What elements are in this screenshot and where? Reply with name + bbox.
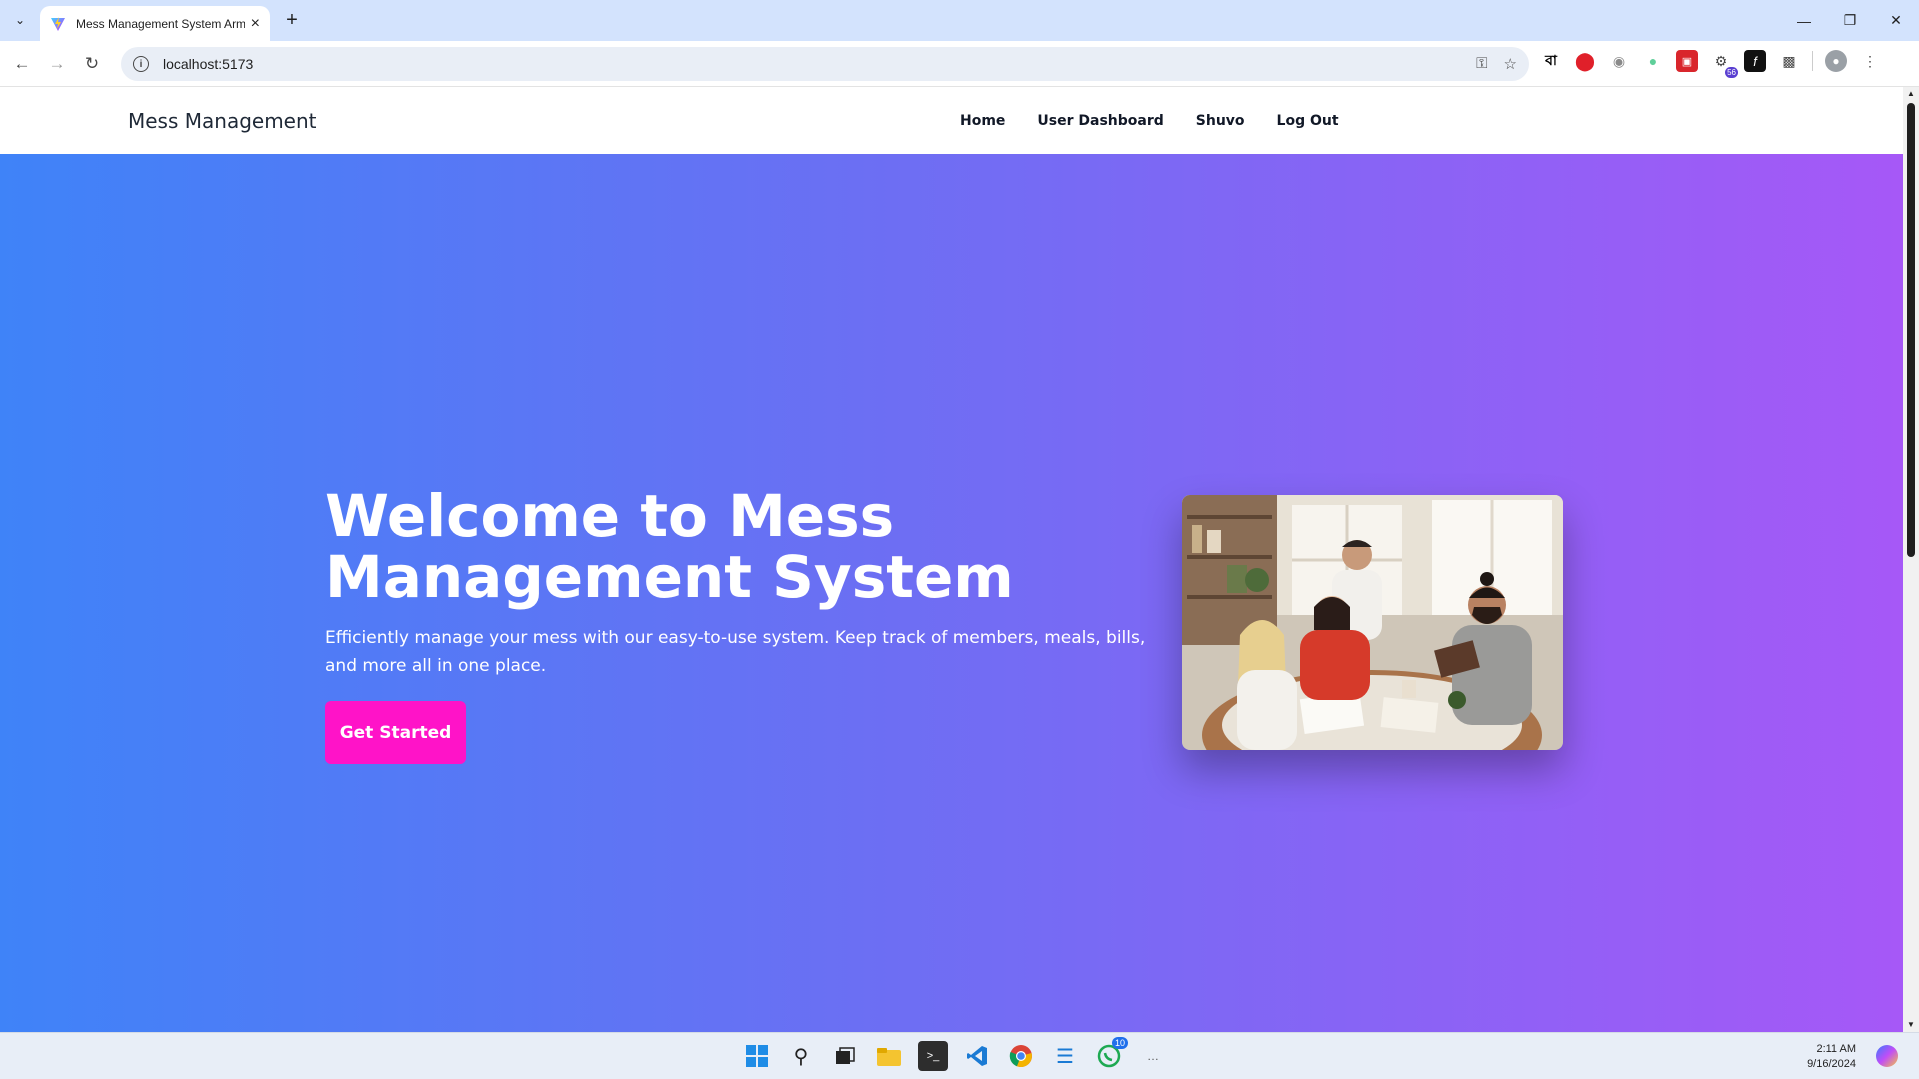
nav-user-dashboard-link[interactable]: User Dashboard	[1037, 113, 1163, 129]
color-extension-icon[interactable]: ●	[1642, 50, 1664, 72]
whatsapp-icon[interactable]: 10	[1094, 1037, 1128, 1071]
hero-image	[1182, 495, 1563, 750]
nav-profile-link[interactable]: Shuvo	[1196, 113, 1245, 129]
hero-title: Welcome to Mess Management System	[325, 482, 1014, 611]
font-extension-icon[interactable]: f	[1744, 50, 1766, 72]
reload-icon[interactable]: ↻	[80, 52, 104, 76]
back-arrow-icon[interactable]: ←	[10, 52, 34, 76]
nav-home-link[interactable]: Home	[960, 113, 1005, 129]
overflow-indicator-icon[interactable]: …	[1138, 1041, 1168, 1071]
terminal-icon[interactable]: >_	[918, 1041, 948, 1071]
page-scrollbar[interactable]: ▲ ▼	[1903, 87, 1919, 1032]
extensions-puzzle-icon[interactable]: ▩	[1778, 50, 1800, 72]
people-studying-illustration	[1182, 495, 1563, 750]
forward-arrow-icon[interactable]: →	[45, 52, 69, 76]
vscode-icon[interactable]	[962, 1041, 992, 1071]
scroll-up-arrow-icon[interactable]: ▲	[1903, 87, 1919, 101]
bookmark-star-icon[interactable]: ☆	[1504, 55, 1517, 73]
task-view-icon[interactable]	[830, 1041, 860, 1071]
scroll-down-arrow-icon[interactable]: ▼	[1903, 1018, 1919, 1032]
notepad-icon[interactable]: ☰	[1050, 1041, 1080, 1071]
chrome-icon[interactable]	[1006, 1041, 1036, 1071]
windows-taskbar: ⚲ >_ ☰ 10 … 2:11 AM 9/16/2024	[0, 1032, 1919, 1079]
nav-logout-link[interactable]: Log Out	[1277, 113, 1339, 129]
tab-search-chevron-icon[interactable]: ⌄	[8, 8, 32, 32]
address-bar[interactable]: i localhost:5173 ⚿ ☆	[121, 47, 1529, 81]
browser-toolbar: ← → ↻ i localhost:5173 ⚿ ☆ বা ⬤ ◉ ● ▣ ⚙ 5…	[0, 41, 1919, 87]
restore-icon[interactable]: ❐	[1827, 0, 1873, 41]
site-info-icon[interactable]: i	[133, 56, 149, 72]
address-url[interactable]: localhost:5173	[163, 56, 1476, 72]
new-tab-plus-icon[interactable]: +	[280, 8, 304, 32]
hero-description: Efficiently manage your mess with our ea…	[325, 628, 1146, 676]
vite-favicon-icon	[51, 16, 65, 31]
tab-close-icon[interactable]: ×	[251, 15, 260, 32]
opera-extension-icon[interactable]: ⬤	[1574, 50, 1596, 72]
search-icon[interactable]: ⚲	[786, 1041, 816, 1071]
hero-section: Welcome to Mess Management System Effici…	[0, 154, 1903, 1032]
site-navbar: Mess Management Home User Dashboard Shuv…	[0, 87, 1903, 154]
tab-title: Mess Management System Arm	[76, 16, 245, 31]
system-clock[interactable]: 2:11 AM 9/16/2024	[1790, 1042, 1856, 1072]
minimize-icon[interactable]: —	[1781, 0, 1827, 41]
camera-extension-icon[interactable]: ◉	[1608, 50, 1630, 72]
red-extension-icon[interactable]: ▣	[1676, 50, 1698, 72]
profile-avatar-icon[interactable]: ●	[1825, 50, 1847, 72]
browser-tab[interactable]: Mess Management System Arm ×	[40, 6, 270, 41]
scroll-thumb[interactable]	[1907, 103, 1915, 557]
file-explorer-icon[interactable]	[874, 1041, 904, 1071]
close-window-icon[interactable]: ✕	[1873, 0, 1919, 41]
password-key-icon[interactable]: ⚿	[1476, 55, 1487, 73]
web-page: Mess Management Home User Dashboard Shuv…	[0, 87, 1903, 1032]
extension-with-badge-icon[interactable]: ⚙ 56	[1710, 50, 1738, 78]
browser-tab-strip: ⌄ Mess Management System Arm × + — ❐ ✕	[0, 0, 1919, 41]
clock-date: 9/16/2024	[1807, 1058, 1856, 1070]
browser-menu-icon[interactable]: ⋮	[1859, 50, 1881, 72]
bangla-extension-icon[interactable]: বা	[1540, 50, 1562, 72]
brand-logo-text[interactable]: Mess Management	[128, 109, 317, 133]
copilot-icon[interactable]	[1876, 1045, 1898, 1067]
nav-links: Home User Dashboard Shuvo Log Out	[960, 113, 1339, 129]
toolbar-divider	[1812, 51, 1813, 71]
windows-start-icon[interactable]	[742, 1041, 772, 1071]
clock-time: 2:11 AM	[1816, 1043, 1856, 1055]
get-started-button[interactable]: Get Started	[325, 701, 466, 764]
